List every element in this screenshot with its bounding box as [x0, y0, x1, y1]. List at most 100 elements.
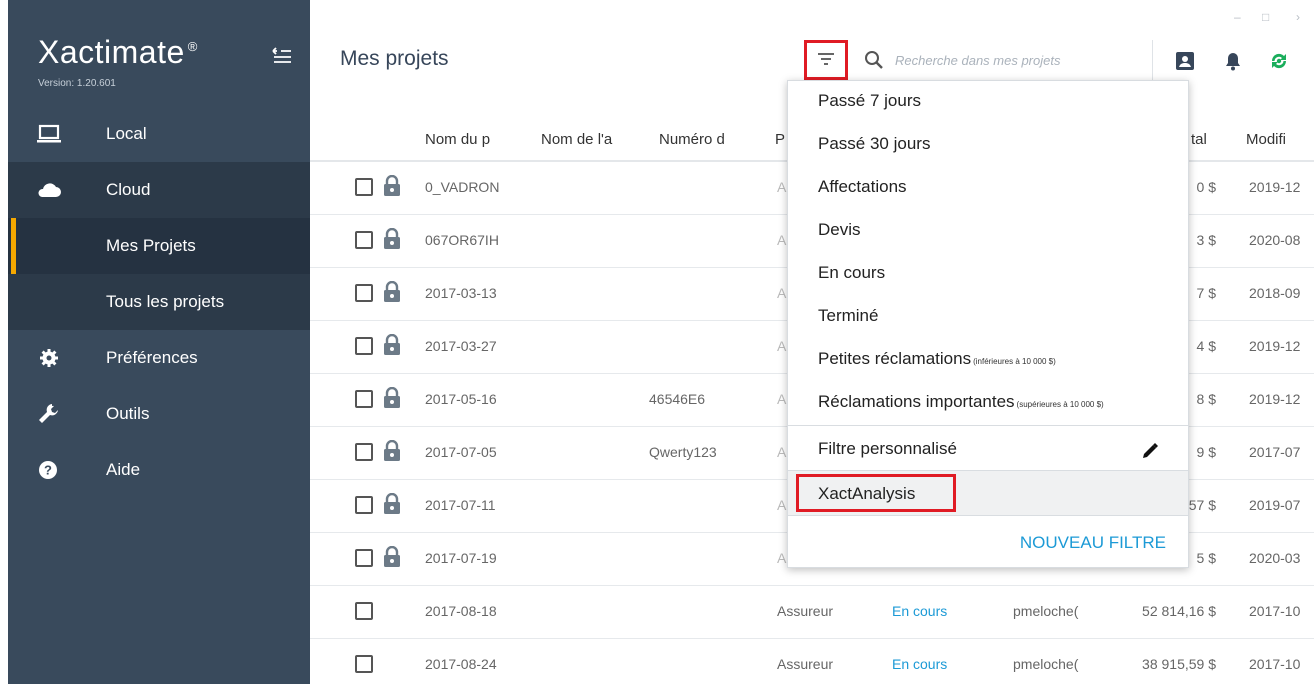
project-modified: 2019-07: [1249, 497, 1301, 513]
project-name: 2017-07-11: [425, 497, 496, 513]
project-total: 38 915,59 $: [1142, 656, 1216, 672]
row-checkbox[interactable]: [355, 602, 373, 620]
bell-icon[interactable]: [1222, 50, 1244, 72]
lock-icon: [383, 174, 401, 197]
filter-option-assignments[interactable]: Affectations: [818, 177, 907, 197]
app-window: Xactimate ® Version: 1.20.601 Local Cloud…: [0, 0, 1314, 684]
sidebar-item-label: Mes Projets: [106, 236, 196, 255]
filter-icon: [818, 53, 834, 65]
search-icon[interactable]: [862, 48, 886, 72]
filter-option-past-7-days[interactable]: Passé 7 jours: [818, 91, 921, 111]
search-input[interactable]: [895, 48, 1135, 72]
row-checkbox[interactable]: [355, 549, 373, 567]
row-checkbox[interactable]: [355, 178, 373, 196]
window-edge: [0, 0, 8, 684]
project-modified: 2020-08: [1249, 232, 1301, 248]
column-header-modified[interactable]: Modifi: [1246, 131, 1314, 148]
filter-option-past-30-days[interactable]: Passé 30 jours: [818, 134, 930, 154]
row-checkbox[interactable]: [355, 443, 373, 461]
project-type: A: [777, 338, 787, 354]
column-header-number[interactable]: Numéro d: [659, 131, 743, 148]
filter-option-large-claims[interactable]: Réclamations importantes (supérieures à 1…: [818, 392, 1104, 412]
contact-card-icon[interactable]: [1174, 50, 1196, 72]
maximize-button[interactable]: □: [1262, 10, 1269, 24]
filter-dropdown-menu: Passé 7 jours Passé 30 jours Affectation…: [787, 80, 1189, 568]
row-checkbox[interactable]: [355, 337, 373, 355]
sidebar: Xactimate ® Version: 1.20.601 Local Cloud…: [0, 0, 310, 684]
gear-icon: [36, 346, 62, 370]
project-type: A: [777, 497, 787, 513]
row-checkbox[interactable]: [355, 231, 373, 249]
sidebar-item-label: Local: [106, 124, 147, 143]
project-type: Assureur: [777, 656, 834, 672]
filter-option-custom[interactable]: Filtre personnalisé: [818, 439, 957, 459]
sidebar-item-cloud[interactable]: Cloud: [8, 162, 310, 218]
project-total: 4 $: [1196, 338, 1216, 354]
row-checkbox[interactable]: [355, 284, 373, 302]
row-checkbox[interactable]: [355, 655, 373, 673]
sidebar-item-tous-les-projets[interactable]: Tous les projets: [8, 274, 310, 330]
project-type: A: [777, 550, 787, 566]
filter-option-small-claims[interactable]: Petites réclamations (inférieures à 10 00…: [818, 349, 1056, 369]
lock-icon: [383, 333, 401, 356]
project-status[interactable]: En cours: [892, 603, 972, 619]
column-header-insured[interactable]: Nom de l'a: [541, 131, 625, 148]
sidebar-item-local[interactable]: Local: [8, 106, 310, 162]
highlight-box: [796, 474, 956, 512]
table-row[interactable]: 2017-08-18 Assureur En cours pmeloche( 5…: [310, 586, 1314, 639]
svg-text:?: ?: [44, 463, 52, 478]
filter-option-estimates[interactable]: Devis: [818, 220, 861, 240]
project-status[interactable]: En cours: [892, 656, 972, 672]
project-total: 57 $: [1188, 497, 1216, 513]
help-icon: ?: [36, 458, 62, 482]
menu-divider: [788, 425, 1188, 426]
wrench-icon: [36, 402, 62, 426]
project-name: 2017-08-24: [425, 656, 497, 672]
project-user: pmeloche(: [1013, 656, 1079, 672]
lock-icon: [383, 386, 401, 409]
sidebar-item-mes-projets[interactable]: Mes Projets: [8, 218, 310, 274]
project-name: 2017-03-27: [425, 338, 497, 354]
column-header-name[interactable]: Nom du p: [425, 131, 505, 148]
project-name: 2017-03-13: [425, 285, 497, 301]
collapse-sidebar-icon[interactable]: [270, 44, 294, 68]
row-checkbox[interactable]: [355, 390, 373, 408]
sidebar-item-aide[interactable]: ? Aide: [8, 442, 310, 498]
active-indicator: [11, 218, 16, 274]
project-total: 8 $: [1196, 391, 1216, 407]
filter-option-in-progress[interactable]: En cours: [818, 263, 885, 283]
filter-option-completed[interactable]: Terminé: [818, 306, 878, 326]
project-number: 46546E6: [649, 391, 706, 407]
table-row[interactable]: 2017-08-24 Assureur En cours pmeloche( 3…: [310, 639, 1314, 684]
project-total: 0 $: [1196, 179, 1216, 195]
project-name: 2017-07-05: [425, 444, 497, 460]
lock-icon: [383, 545, 401, 568]
filter-button[interactable]: [804, 40, 848, 80]
sidebar-item-label: Aide: [106, 460, 141, 479]
lock-icon: [383, 439, 401, 462]
minimize-button[interactable]: –: [1234, 10, 1241, 24]
sidebar-item-preferences[interactable]: Préférences: [8, 330, 310, 386]
project-number: Qwerty123: [649, 444, 717, 460]
project-name: 2017-05-16: [425, 391, 497, 407]
column-header-type[interactable]: P: [775, 131, 787, 148]
sync-icon[interactable]: [1268, 50, 1290, 72]
project-modified: 2019-12: [1249, 391, 1301, 407]
lock-icon: [383, 280, 401, 303]
new-filter-button[interactable]: NOUVEAU FILTRE: [1020, 533, 1166, 553]
sidebar-item-outils[interactable]: Outils: [8, 386, 310, 442]
menu-divider: [788, 515, 1188, 516]
column-header-total[interactable]: tal: [1191, 131, 1231, 148]
edit-pencil-icon[interactable]: [1140, 441, 1160, 461]
row-checkbox[interactable]: [355, 496, 373, 514]
close-button[interactable]: ›: [1296, 10, 1300, 24]
project-type: Assureur: [777, 603, 834, 619]
sidebar-item-label: Cloud: [106, 180, 151, 199]
page-title: Mes projets: [340, 47, 449, 70]
project-total: 9 $: [1196, 444, 1216, 460]
cloud-icon: [36, 178, 62, 202]
laptop-icon: [36, 122, 62, 146]
project-type: A: [777, 391, 787, 407]
project-modified: 2019-12: [1249, 179, 1301, 195]
project-type: A: [777, 179, 787, 195]
